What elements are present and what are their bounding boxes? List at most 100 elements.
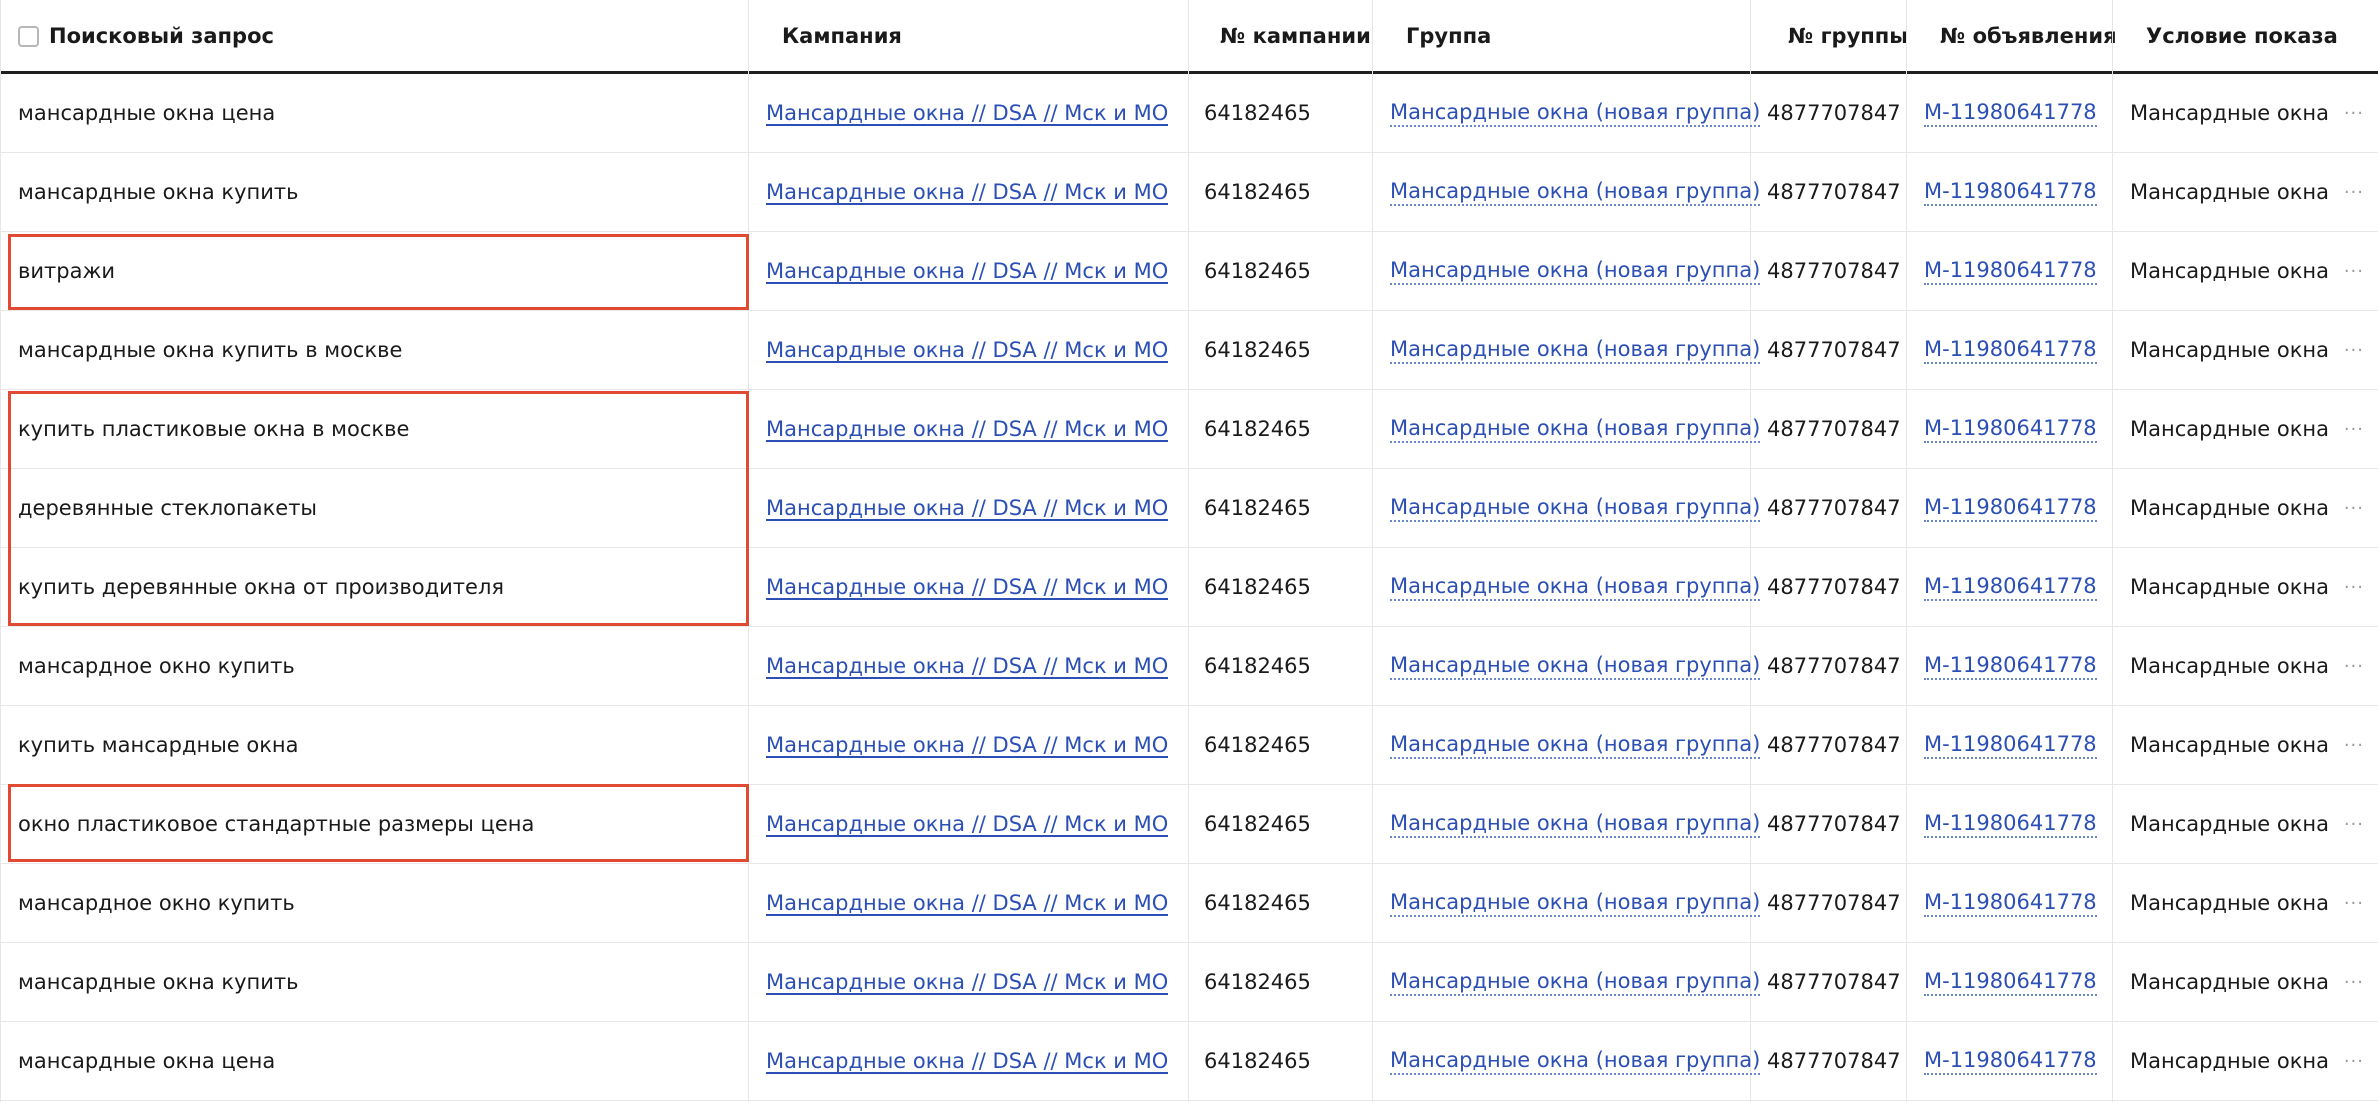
table-row: мансардное окно купить Мансардные окна /… — [0, 627, 2378, 706]
group-id-cell: 4877707847 — [1767, 417, 1901, 441]
campaign-link[interactable]: Мансардные окна // DSA // Мск и МО — [766, 101, 1168, 125]
ad-id-link[interactable]: M-11980641778 — [1924, 258, 2097, 285]
condition-cell: Мансардные окна — [2130, 891, 2330, 915]
header-group[interactable]: Группа — [1406, 0, 1746, 72]
query-cell: мансардные окна купить в москве — [18, 338, 403, 362]
campaign-link[interactable]: Мансардные окна // DSA // Мск и МО — [766, 180, 1168, 204]
ad-id-link[interactable]: M-11980641778 — [1924, 100, 2097, 127]
campaign-link[interactable]: Мансардные окна // DSA // Мск и МО — [766, 338, 1168, 362]
campaign-link[interactable]: Мансардные окна // DSA // Мск и МО — [766, 812, 1168, 836]
group-id-cell: 4877707847 — [1767, 575, 1901, 599]
query-cell: купить пластиковые окна в москве — [18, 417, 410, 441]
ellipsis-icon[interactable]: ··· — [2344, 627, 2364, 705]
group-link[interactable]: Мансардные окна (новая группа) — [1390, 258, 1761, 285]
query-cell: мансардные окна купить — [18, 180, 299, 204]
ellipsis-icon[interactable]: ··· — [2344, 469, 2364, 547]
header-query: Поисковый запрос — [18, 0, 738, 72]
group-link[interactable]: Мансардные окна (новая группа) — [1390, 179, 1761, 206]
condition-cell: Мансардные окна — [2130, 575, 2330, 599]
campaign-link[interactable]: Мансардные окна // DSA // Мск и МО — [766, 654, 1168, 678]
condition-cell: Мансардные окна — [2130, 733, 2330, 757]
condition-cell: Мансардные окна — [2130, 1049, 2330, 1073]
ellipsis-icon[interactable]: ··· — [2344, 74, 2364, 152]
campaign-link[interactable]: Мансардные окна // DSA // Мск и МО — [766, 970, 1168, 994]
campaign-id-cell: 64182465 — [1204, 180, 1311, 204]
group-link[interactable]: Мансардные окна (новая группа) — [1390, 653, 1761, 680]
campaign-link[interactable]: Мансардные окна // DSA // Мск и МО — [766, 575, 1168, 599]
ad-id-link[interactable]: M-11980641778 — [1924, 653, 2097, 680]
group-id-cell: 4877707847 — [1767, 180, 1901, 204]
group-id-cell: 4877707847 — [1767, 733, 1901, 757]
ellipsis-icon[interactable]: ··· — [2344, 232, 2364, 310]
group-link[interactable]: Мансардные окна (новая группа) — [1390, 495, 1761, 522]
campaign-link[interactable]: Мансардные окна // DSA // Мск и МО — [766, 496, 1168, 520]
campaign-link[interactable]: Мансардные окна // DSA // Мск и МО — [766, 1049, 1168, 1073]
group-link[interactable]: Мансардные окна (новая группа) — [1390, 969, 1761, 996]
select-all-checkbox[interactable] — [18, 25, 39, 47]
header-condition[interactable]: Условие показа — [2146, 0, 2366, 72]
group-link[interactable]: Мансардные окна (новая группа) — [1390, 100, 1761, 127]
ellipsis-icon[interactable]: ··· — [2344, 311, 2364, 389]
ad-id-link[interactable]: M-11980641778 — [1924, 890, 2097, 917]
query-cell: мансардные окна купить — [18, 970, 299, 994]
group-link[interactable]: Мансардные окна (новая группа) — [1390, 1048, 1761, 1075]
group-id-cell: 4877707847 — [1767, 101, 1901, 125]
ellipsis-icon[interactable]: ··· — [2344, 864, 2364, 942]
campaign-id-cell: 64182465 — [1204, 891, 1311, 915]
table-row: купить мансардные окна Мансардные окна /… — [0, 706, 2378, 785]
ellipsis-icon[interactable]: ··· — [2344, 1022, 2364, 1100]
ad-id-link[interactable]: M-11980641778 — [1924, 495, 2097, 522]
campaign-link[interactable]: Мансардные окна // DSA // Мск и МО — [766, 891, 1168, 915]
ellipsis-icon[interactable]: ··· — [2344, 390, 2364, 468]
condition-cell: Мансардные окна — [2130, 496, 2330, 520]
ad-id-link[interactable]: M-11980641778 — [1924, 337, 2097, 364]
condition-cell: Мансардные окна — [2130, 259, 2330, 283]
table-header: Поисковый запрос Кампания № кампании Гру… — [0, 0, 2378, 74]
group-link[interactable]: Мансардные окна (новая группа) — [1390, 811, 1761, 838]
ellipsis-icon[interactable]: ··· — [2344, 785, 2364, 863]
ellipsis-icon[interactable]: ··· — [2344, 548, 2364, 626]
group-link[interactable]: Мансардные окна (новая группа) — [1390, 416, 1761, 443]
header-campaign-id[interactable]: № кампании — [1220, 0, 1371, 72]
ad-id-link[interactable]: M-11980641778 — [1924, 179, 2097, 206]
group-link[interactable]: Мансардные окна (новая группа) — [1390, 337, 1761, 364]
table-row: купить деревянные окна от производителя … — [0, 548, 2378, 627]
query-cell: купить деревянные окна от производителя — [18, 575, 504, 599]
ellipsis-icon[interactable]: ··· — [2344, 943, 2364, 1021]
campaign-id-cell: 64182465 — [1204, 417, 1311, 441]
query-cell: деревянные стеклопакеты — [18, 496, 318, 520]
header-group-id[interactable]: № группы — [1788, 0, 1908, 72]
condition-cell: Мансардные окна — [2130, 180, 2330, 204]
group-link[interactable]: Мансардные окна (новая группа) — [1390, 574, 1761, 601]
ad-id-link[interactable]: M-11980641778 — [1924, 732, 2097, 759]
ad-id-link[interactable]: M-11980641778 — [1924, 416, 2097, 443]
table-row: купить пластиковые окна в москве Мансард… — [0, 390, 2378, 469]
search-queries-table: Поисковый запрос Кампания № кампании Гру… — [0, 0, 2378, 1102]
header-campaign[interactable]: Кампания — [782, 0, 1182, 72]
ad-id-link[interactable]: M-11980641778 — [1924, 1048, 2097, 1075]
condition-cell: Мансардные окна — [2130, 970, 2330, 994]
campaign-link[interactable]: Мансардные окна // DSA // Мск и МО — [766, 259, 1168, 283]
campaign-id-cell: 64182465 — [1204, 496, 1311, 520]
query-cell: мансардные окна цена — [18, 101, 276, 125]
group-link[interactable]: Мансардные окна (новая группа) — [1390, 732, 1761, 759]
ad-id-link[interactable]: M-11980641778 — [1924, 811, 2097, 838]
group-link[interactable]: Мансардные окна (новая группа) — [1390, 890, 1761, 917]
ellipsis-icon[interactable]: ··· — [2344, 153, 2364, 231]
condition-cell: Мансардные окна — [2130, 338, 2330, 362]
table-row: мансардные окна купить Мансардные окна /… — [0, 943, 2378, 1022]
group-id-cell: 4877707847 — [1767, 259, 1901, 283]
table-row: деревянные стеклопакеты Мансардные окна … — [0, 469, 2378, 548]
condition-cell: Мансардные окна — [2130, 101, 2330, 125]
ellipsis-icon[interactable]: ··· — [2344, 706, 2364, 784]
condition-cell: Мансардные окна — [2130, 812, 2330, 836]
ad-id-link[interactable]: M-11980641778 — [1924, 969, 2097, 996]
ad-id-link[interactable]: M-11980641778 — [1924, 574, 2097, 601]
campaign-link[interactable]: Мансардные окна // DSA // Мск и МО — [766, 733, 1168, 757]
header-ad-id[interactable]: № объявления — [1940, 0, 2117, 72]
group-id-cell: 4877707847 — [1767, 654, 1901, 678]
campaign-link[interactable]: Мансардные окна // DSA // Мск и МО — [766, 417, 1168, 441]
group-id-cell: 4877707847 — [1767, 812, 1901, 836]
table-row: мансардные окна купить Мансардные окна /… — [0, 153, 2378, 232]
campaign-id-cell: 64182465 — [1204, 733, 1311, 757]
